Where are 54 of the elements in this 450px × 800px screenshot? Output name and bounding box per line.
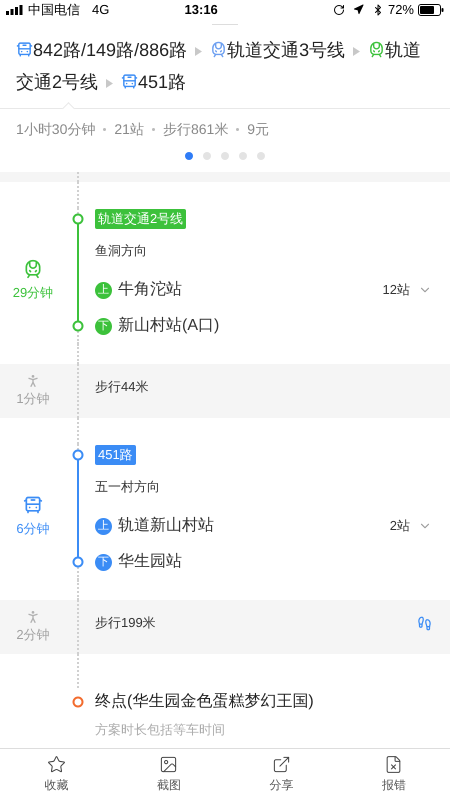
segment-duration: 29分钟: [12, 284, 54, 302]
route-name: 842路/149路/886路: [33, 40, 188, 60]
destination-text: 终点(华生园金色蛋糕梦幻王国): [95, 692, 314, 712]
share-icon: [272, 755, 291, 774]
alighting-station: 新山村站(A口): [118, 316, 220, 336]
alighting-station: 华生园站: [118, 552, 182, 572]
direction-text: 鱼洞方向: [95, 242, 147, 260]
segment-duration: 1分钟: [16, 390, 50, 408]
train-icon: [23, 259, 43, 280]
trip-summary-item: 9元: [247, 120, 270, 139]
image-icon: [159, 755, 178, 774]
segment-duration: 2分钟: [16, 626, 50, 644]
rotation-lock-icon: [332, 4, 345, 16]
network-type: 4G: [92, 1, 110, 19]
stop-badge: 下: [95, 318, 112, 334]
location-icon: [352, 4, 364, 16]
walk-distance: 步行44米: [95, 378, 150, 396]
star-icon: [46, 755, 66, 774]
carrier-name: 中国电信: [28, 1, 80, 19]
toolbar-button[interactable]: 分享: [225, 749, 338, 800]
line-badge: 轨道交通2号线: [95, 209, 186, 229]
stops-toggle[interactable]: 2站: [390, 508, 432, 544]
stop-badge: 下: [95, 554, 112, 570]
stop-badge: 上: [95, 518, 112, 534]
segment-duration: 6分钟: [16, 520, 50, 538]
route-name: 451路: [138, 72, 186, 92]
bus-icon: [23, 495, 43, 516]
line-badge: 451路: [95, 445, 136, 465]
trip-summary-item: 1小时30分钟: [16, 120, 96, 139]
route-name: 轨道交通3号线: [227, 40, 346, 60]
battery-icon: [418, 4, 444, 16]
arrow-icon: [106, 78, 114, 88]
destination-marker: [72, 696, 84, 708]
boarding-station: 轨道新山村站: [118, 516, 214, 536]
document-x-icon: [384, 755, 404, 774]
stop-badge: 上: [95, 282, 112, 298]
trip-summary-item: 21站: [114, 120, 144, 139]
direction-text: 五一村方向: [95, 478, 160, 496]
stops-toggle[interactable]: 12站: [382, 272, 432, 308]
toolbar-button[interactable]: 截图: [112, 749, 225, 800]
walk-distance: 步行199米: [95, 614, 157, 632]
battery-percent: 72%: [388, 1, 414, 19]
duration-note: 方案时长包括等车时间: [95, 721, 226, 739]
arrow-icon: [195, 46, 202, 56]
route-name: 轨道: [385, 40, 422, 60]
signal-icon: [6, 4, 24, 15]
arrow-icon: [353, 46, 360, 56]
toolbar-button[interactable]: 收藏: [0, 749, 112, 800]
boarding-station: 牛角沱站: [118, 280, 182, 300]
route-name: 交通2号线: [16, 72, 98, 92]
trip-summary-item: 步行861米: [162, 120, 228, 139]
toolbar-button[interactable]: 报错: [338, 749, 450, 800]
footprints-icon[interactable]: [417, 616, 432, 630]
clock-time: 13:16: [184, 1, 219, 19]
